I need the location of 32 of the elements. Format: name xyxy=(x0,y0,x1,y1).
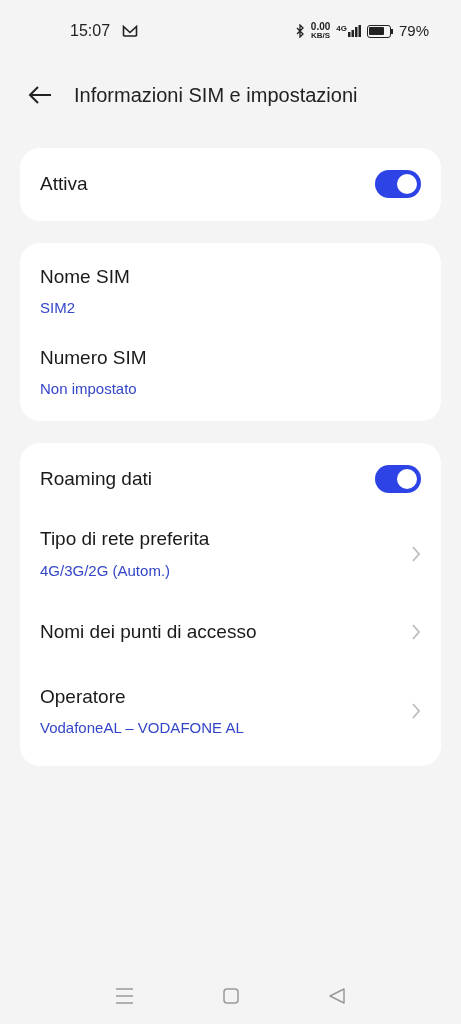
battery-icon xyxy=(366,24,393,38)
signal-icon xyxy=(347,25,361,37)
row-value: Non impostato xyxy=(40,379,138,399)
battery-percent: 79% xyxy=(398,20,429,41)
row-label: Numero SIM xyxy=(40,345,147,370)
chevron-icon xyxy=(411,623,421,642)
settings-row[interactable]: Operatore VodafoneAL – VODAFONE AL xyxy=(20,664,441,758)
row-label: Roaming dati xyxy=(40,466,152,491)
toggle-switch[interactable] xyxy=(375,170,421,199)
row-label: Nomi dei punti di accesso xyxy=(40,620,257,644)
back-nav-button[interactable] xyxy=(329,988,345,1004)
speed-unit: KB/S xyxy=(311,32,331,40)
row-label: Nome SIM xyxy=(40,264,130,289)
settings-row[interactable]: Tipo di rete preferita 4G/3G/2G (Autom.) xyxy=(20,507,441,600)
chevron-icon xyxy=(411,544,421,563)
row-value: SIM2 xyxy=(40,298,76,318)
toggle-switch[interactable] xyxy=(375,464,421,493)
status-time: 15:07 xyxy=(70,21,111,41)
network-type: 4G xyxy=(336,25,347,33)
row-label: Attiva xyxy=(40,172,88,196)
row-label: Operatore xyxy=(40,684,127,709)
mail-icon xyxy=(122,25,139,37)
home-button[interactable] xyxy=(223,988,239,1004)
page-title: Informazioni SIM e impostazioni xyxy=(74,83,358,108)
back-button[interactable] xyxy=(28,85,54,105)
speed-value: 0.00 xyxy=(310,22,331,32)
row-value: VodafoneAL – VODAFONE AL xyxy=(40,718,244,738)
row-value: 4G/3G/2G (Autom.) xyxy=(40,560,172,581)
row-label: Tipo di rete preferita xyxy=(40,527,210,551)
bluetooth-icon xyxy=(295,24,305,38)
settings-row[interactable]: Nomi dei punti di accesso xyxy=(20,600,441,665)
chevron-icon xyxy=(411,702,421,720)
